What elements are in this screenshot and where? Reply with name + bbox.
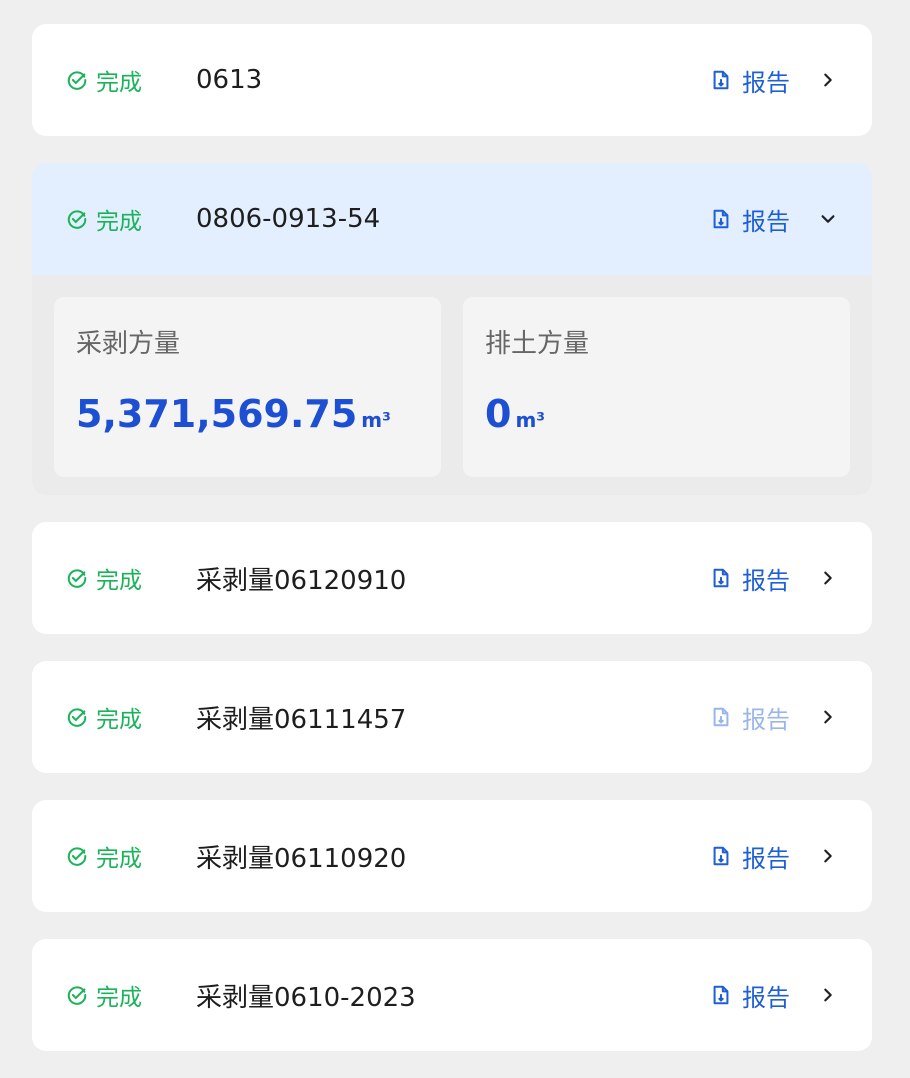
stat-label: 排土方量 <box>485 329 590 359</box>
item-name: 采剥量0610-2023 <box>196 982 416 1013</box>
item-name: 采剥量06111457 <box>196 704 407 735</box>
check-circle-icon <box>67 708 87 727</box>
report-label: 报告 <box>742 207 790 236</box>
list-item[interactable]: 完成 采剥量0610-2023 报告 <box>32 939 872 1051</box>
report-button[interactable]: 报告 <box>710 202 790 237</box>
report-file-icon <box>713 985 729 1005</box>
status-label: 完成 <box>96 70 142 96</box>
report-file-icon <box>713 70 729 90</box>
stat-card-mining-volume: 采剥方量 5,371,569.75 m³ <box>54 297 441 477</box>
status-label: 完成 <box>96 846 142 872</box>
stats-panel: 采剥方量 5,371,569.75 m³ 排土方量 0 m³ <box>32 275 872 477</box>
report-file-icon <box>713 707 729 727</box>
check-circle-icon <box>67 569 87 588</box>
list-item[interactable]: 完成 采剥量06110920 报告 <box>32 800 872 912</box>
stat-number: 0 <box>485 392 512 436</box>
stat-value: 0 m³ <box>485 392 828 436</box>
report-button[interactable]: 报告 <box>710 839 790 874</box>
report-button[interactable]: 报告 <box>710 978 790 1013</box>
status-label: 完成 <box>96 209 142 235</box>
status-label: 完成 <box>96 568 142 594</box>
report-label: 报告 <box>742 68 790 97</box>
list-item-expanded[interactable]: 完成 0806-0913-54 报告 <box>32 163 872 275</box>
stat-label: 采剥方量 <box>76 329 181 359</box>
report-label: 报告 <box>742 844 790 873</box>
task-list: 完成 0613 报告 完成 0806-0913-54 报告 采剥方量 5,371… <box>32 24 872 1078</box>
report-button[interactable]: 报告 <box>710 700 790 735</box>
status-badge: 完成 <box>66 978 196 1012</box>
report-label: 报告 <box>742 705 790 734</box>
report-button[interactable]: 报告 <box>710 63 790 98</box>
chevron-right-icon[interactable] <box>818 70 838 90</box>
report-label: 报告 <box>742 566 790 595</box>
status-badge: 完成 <box>66 202 196 236</box>
item-name: 0613 <box>196 65 263 95</box>
report-label: 报告 <box>742 983 790 1012</box>
status-badge: 完成 <box>66 700 196 734</box>
report-file-icon <box>713 209 729 229</box>
chevron-right-icon[interactable] <box>818 568 838 588</box>
stat-unit: m³ <box>515 408 546 432</box>
status-label: 完成 <box>96 985 142 1011</box>
item-name: 0806-0913-54 <box>196 204 381 234</box>
list-item[interactable]: 完成 0613 报告 <box>32 24 872 136</box>
chevron-right-icon[interactable] <box>818 985 838 1005</box>
item-name: 采剥量06120910 <box>196 565 407 596</box>
check-circle-icon <box>67 210 87 229</box>
report-file-icon <box>713 568 729 588</box>
status-badge: 完成 <box>66 63 196 97</box>
stat-number: 5,371,569.75 <box>76 392 358 436</box>
check-circle-icon <box>67 847 87 866</box>
status-badge: 完成 <box>66 561 196 595</box>
check-circle-icon <box>67 986 87 1005</box>
status-badge: 完成 <box>66 839 196 873</box>
chevron-right-icon[interactable] <box>818 846 838 866</box>
check-circle-icon <box>67 71 87 90</box>
stat-unit: m³ <box>361 408 391 432</box>
stat-card-dump-volume: 排土方量 0 m³ <box>463 297 850 477</box>
list-item[interactable]: 完成 采剥量06111457 报告 <box>32 661 872 773</box>
list-item[interactable]: 完成 采剥量06120910 报告 <box>32 522 872 634</box>
expanded-item: 完成 0806-0913-54 报告 采剥方量 5,371,569.75 m³ … <box>32 163 872 495</box>
report-button[interactable]: 报告 <box>710 561 790 596</box>
item-name: 采剥量06110920 <box>196 843 407 874</box>
report-file-icon <box>713 846 729 866</box>
chevron-right-icon[interactable] <box>818 707 838 727</box>
stat-value: 5,371,569.75 m³ <box>76 392 419 436</box>
chevron-down-icon[interactable] <box>818 209 838 229</box>
status-label: 完成 <box>96 707 142 733</box>
